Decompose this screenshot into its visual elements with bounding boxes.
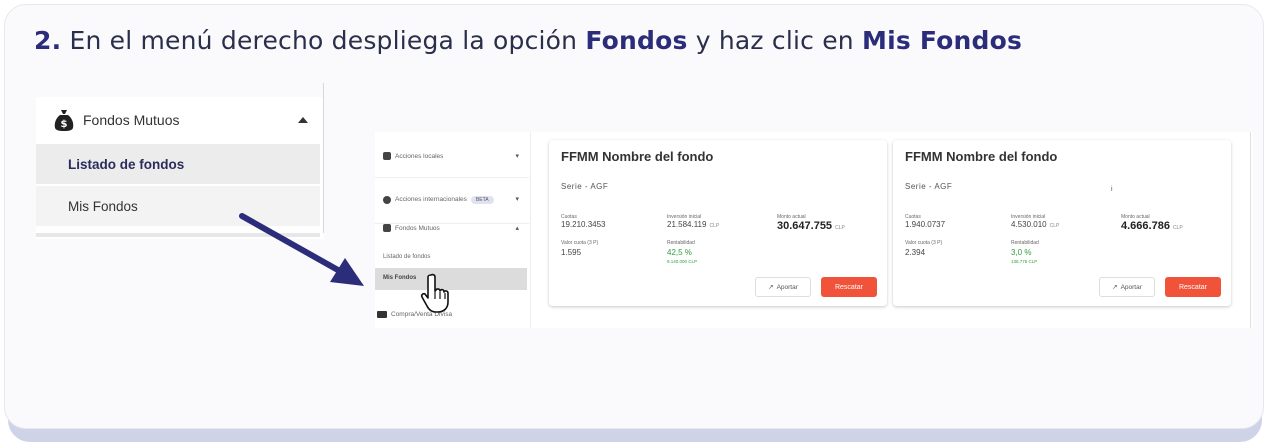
unit: CLP	[835, 225, 845, 231]
page: 2. En el menú derecho despliega la opció…	[0, 0, 1271, 448]
chevron-down-icon: ▾	[515, 196, 519, 203]
fund-serie: Serie - AGF	[561, 182, 609, 191]
value-rentabilidad: 3,0 %	[1011, 248, 1032, 257]
value-cuotas: 1.940.0737	[905, 220, 946, 229]
label-valor-cuota: Valor cuota (3 P)	[905, 240, 943, 246]
sidebar-label: Fondos Mutuos	[395, 225, 440, 232]
unit: CLP	[1049, 223, 1060, 229]
fund-title: FFMM Nombre del fondo	[561, 149, 714, 164]
caret-up-icon: ▴	[515, 225, 519, 232]
fund-serie: Serie - AGF	[905, 182, 953, 191]
value-text: 4.666.786	[1121, 220, 1170, 232]
sidebar-label: Acciones locales	[395, 153, 444, 160]
currency-icon	[377, 311, 387, 318]
rescatar-button[interactable]: Rescatar	[1165, 277, 1221, 297]
label-rentabilidad: Rentabilidad	[667, 240, 695, 246]
hand-cursor-icon	[420, 273, 449, 313]
value-inversion: 21.584.119 CLP	[667, 220, 719, 229]
button-label: Aportar	[776, 283, 798, 291]
value-rentabilidad-clp: 136.776 CLP	[1011, 259, 1038, 264]
sidebar-item-acciones-internacionales[interactable]: Acciones internacionales BETA ▾	[375, 178, 529, 224]
fund-title: FFMM Nombre del fondo	[905, 149, 1058, 164]
button-label: Rescatar	[834, 283, 863, 291]
aportar-button[interactable]: ↗ Aportar	[1099, 277, 1155, 297]
sidebar-label: Acciones internacionales BETA	[395, 196, 494, 204]
value-text: 30.647.755	[777, 220, 833, 232]
globe-icon	[383, 196, 391, 204]
label-valor-cuota: Valor cuota (3 P)	[561, 240, 599, 246]
value-rentabilidad-clp: 9.140.000 CLP	[667, 259, 698, 264]
value-text: 4.530.010	[1011, 220, 1047, 229]
value-monto: 30.647.755 CLP	[777, 220, 845, 232]
rescatar-button[interactable]: Rescatar	[821, 277, 877, 297]
value-monto: 4.666.786 CLP	[1121, 220, 1183, 232]
info-icon: i	[1111, 186, 1113, 193]
sidebar-item-fondos-mutuos[interactable]: Fondos Mutuos ▴	[375, 224, 529, 248]
unit: CLP	[709, 223, 720, 229]
sidebar-label-text: Acciones internacionales	[395, 196, 467, 203]
value-cuotas: 19.210.3453	[561, 220, 606, 229]
sidebar-item-acciones-locales[interactable]: Acciones locales ▾	[375, 132, 529, 178]
instruction-text-2: y haz clic en	[687, 26, 863, 55]
bank-icon	[383, 152, 391, 160]
instruction-bold-mis-fondos: Mis Fondos	[862, 26, 1023, 55]
value-rentabilidad: 42,5 %	[667, 248, 692, 257]
sidebar-sub-listado[interactable]: Listado de fondos	[375, 249, 529, 267]
app-screenshot: Acciones locales ▾ Acciones internaciona…	[375, 132, 1253, 328]
label-rentabilidad: Rentabilidad	[1011, 240, 1039, 246]
trend-icon: ↗	[1112, 284, 1118, 291]
value-text: 21.584.119	[667, 220, 707, 229]
instruction-bold-fondos: Fondos	[585, 26, 688, 55]
aportar-button[interactable]: ↗ Aportar	[755, 277, 811, 297]
sidebar-sub-label: Mis Fondos	[383, 275, 417, 281]
value-valor-cuota: 2.394	[905, 248, 926, 257]
value-valor-cuota: 1.595	[561, 248, 582, 257]
fund-card: FFMM Nombre del fondo Serie - AGF Cuotas…	[549, 140, 887, 306]
money-bag-icon	[383, 224, 391, 232]
button-label: Rescatar	[1178, 283, 1207, 291]
beta-badge: BETA	[470, 196, 494, 204]
button-label: Aportar	[1120, 283, 1142, 291]
pointer-arrow-icon	[239, 213, 364, 286]
trend-icon: ↗	[768, 284, 774, 291]
chevron-down-icon: ▾	[515, 153, 519, 160]
sidebar-sub-label: Listado de fondos	[383, 254, 431, 260]
value-inversion: 4.530.010 CLP	[1011, 220, 1059, 229]
unit: CLP	[1172, 225, 1183, 231]
fund-card: FFMM Nombre del fondo Serie - AGF i Cuot…	[893, 140, 1231, 306]
scrollbar-track	[1250, 132, 1251, 328]
